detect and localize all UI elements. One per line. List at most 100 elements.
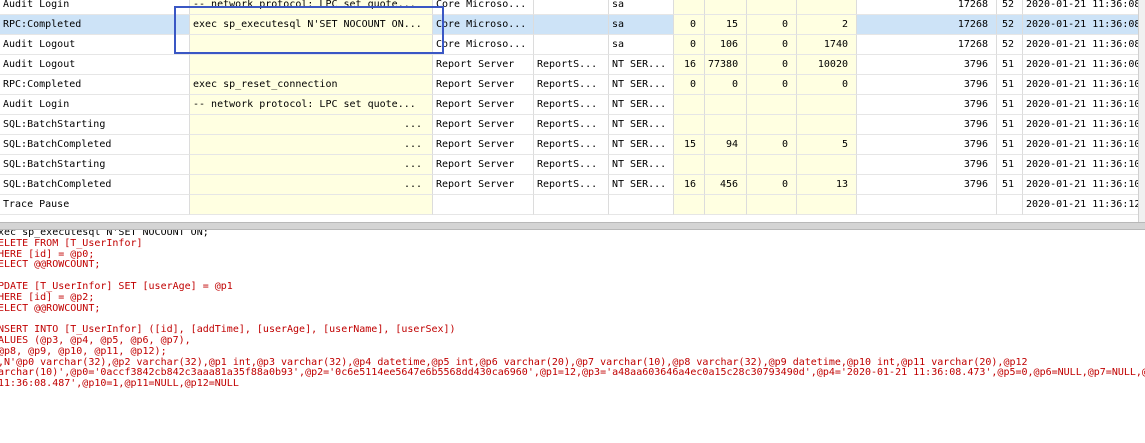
reads-cell — [705, 95, 747, 115]
text-data-cell: ... — [190, 115, 433, 135]
text-line: INSERT INTO [T_UserInfor] ([id], [addTim… — [0, 324, 456, 336]
trace-row[interactable]: Trace Pause 2020-01-21 11:36:12... — [0, 195, 1145, 215]
writes-cell — [747, 155, 797, 175]
client-process-id-cell: 3796 — [857, 155, 997, 175]
nt-username-cell — [534, 15, 609, 35]
application-name-cell — [433, 195, 534, 215]
text-line: UPDATE [T_UserInfor] SET [userAge] = @p1 — [0, 281, 233, 292]
pane-splitter[interactable] — [0, 222, 1145, 230]
client-process-id-cell: 3796 — [857, 55, 997, 75]
spid-cell: 52 — [997, 0, 1023, 15]
writes-cell: 0 — [747, 75, 797, 95]
spid-cell: 52 — [997, 35, 1023, 55]
application-name-cell: Core Microso... — [433, 0, 534, 15]
reads-cell: 106 — [705, 35, 747, 55]
trace-row[interactable]: SQL:BatchStarting... Report Server ReportS… — [0, 155, 1145, 175]
text-data-cell: ... — [190, 135, 433, 155]
text-data-cell: ... — [190, 175, 433, 195]
nt-username-cell — [534, 35, 609, 55]
duration-cell: 0 — [797, 75, 857, 95]
login-name-cell: sa — [609, 35, 674, 55]
writes-cell — [747, 0, 797, 15]
application-name-cell: Core Microso... — [433, 35, 534, 55]
trace-row[interactable]: Audit Login -- network protocol: LPC set … — [0, 0, 1145, 15]
event-class-cell: RPC:Completed — [0, 75, 190, 95]
text-line: '11:36:08.487',@p10=1,@p11=NULL,@p12=NUL… — [0, 378, 239, 390]
start-time-cell: 2020-01-21 11:36:00... — [1023, 55, 1139, 75]
duration-cell — [797, 195, 857, 215]
text-line: ',N'@p0 varchar(32),@p2 varchar(32),@p1 … — [0, 356, 1028, 368]
trace-row[interactable]: Audit Logout Core Microso... sa 0 106 0 1740 17… — [0, 35, 1145, 55]
nt-username-cell — [534, 0, 609, 15]
reads-cell — [705, 155, 747, 175]
reads-cell: 94 — [705, 135, 747, 155]
duration-cell: 10020 — [797, 55, 857, 75]
event-class-cell: SQL:BatchCompleted — [0, 135, 190, 155]
trace-row[interactable]: SQL:BatchCompleted... Report Server Report… — [0, 135, 1145, 155]
nt-username-cell — [534, 195, 609, 215]
writes-cell: 0 — [747, 35, 797, 55]
writes-cell: 0 — [747, 15, 797, 35]
reads-cell — [705, 115, 747, 135]
event-class-cell: Audit Login — [0, 0, 190, 15]
text-line: (@p8, @p9, @p10, @p11, @p12); — [0, 345, 167, 357]
event-class-cell: Audit Logout — [0, 35, 190, 55]
client-process-id-cell: 17268 — [857, 0, 997, 15]
reads-cell — [705, 195, 747, 215]
login-name-cell: sa — [609, 0, 674, 15]
trace-row[interactable]: SQL:BatchStarting... Report Server ReportS… — [0, 115, 1145, 135]
cpu-cell — [674, 155, 705, 175]
text-line: VALUES (@p3, @p4, @p5, @p6, @p7), — [0, 335, 191, 346]
reads-cell: 456 — [705, 175, 747, 195]
writes-cell — [747, 115, 797, 135]
application-name-cell: Report Server — [433, 95, 534, 115]
cpu-cell — [674, 115, 705, 135]
trace-row[interactable]: RPC:Completed exec sp_executesql N'SET NO… — [0, 15, 1145, 35]
text-line: exec sp_executesql N'SET NOCOUNT ON; — [0, 230, 209, 238]
text-data-cell — [190, 35, 433, 55]
trace-row[interactable]: Audit Logout Report Server ReportS... NT SE… — [0, 55, 1145, 75]
login-name-cell: NT SER... — [609, 95, 674, 115]
grid-vertical-scrollbar[interactable] — [1138, 0, 1145, 222]
cpu-cell: 15 — [674, 135, 705, 155]
text-data-cell: ... — [190, 155, 433, 175]
spid-cell: 51 — [997, 135, 1023, 155]
cpu-cell: 16 — [674, 175, 705, 195]
reads-cell — [705, 0, 747, 15]
event-class-cell: Audit Login — [0, 95, 190, 115]
trace-row[interactable]: Audit Login -- network protocol: LPC set … — [0, 95, 1145, 115]
nt-username-cell: ReportS... — [534, 115, 609, 135]
duration-cell — [797, 95, 857, 115]
nt-username-cell: ReportS... — [534, 95, 609, 115]
application-name-cell: Report Server — [433, 155, 534, 175]
start-time-cell: 2020-01-21 11:36:10... — [1023, 135, 1139, 155]
trace-row[interactable]: RPC:Completed exec sp_reset_connection Rep… — [0, 75, 1145, 95]
start-time-cell: 2020-01-21 11:36:10... — [1023, 95, 1139, 115]
client-process-id-cell: 17268 — [857, 35, 997, 55]
client-process-id-cell: 3796 — [857, 95, 997, 115]
writes-cell — [747, 95, 797, 115]
reads-cell: 0 — [705, 75, 747, 95]
event-class-cell: Audit Logout — [0, 55, 190, 75]
event-text-pane[interactable]: exec sp_executesql N'SET NOCOUNT ON; DELE… — [0, 230, 1145, 443]
start-time-cell: 2020-01-21 11:36:10... — [1023, 155, 1139, 175]
trace-row[interactable]: SQL:BatchCompleted... Report Server Report… — [0, 175, 1145, 195]
client-process-id-cell: 3796 — [857, 115, 997, 135]
start-time-cell: 2020-01-21 11:36:10... — [1023, 175, 1139, 195]
client-process-id-cell: 3796 — [857, 135, 997, 155]
duration-cell: 2 — [797, 15, 857, 35]
spid-cell: 51 — [997, 155, 1023, 175]
cpu-cell: 0 — [674, 35, 705, 55]
text-line: WHERE [id] = @p2; — [0, 291, 95, 303]
cpu-cell: 0 — [674, 75, 705, 95]
login-name-cell: NT SER... — [609, 55, 674, 75]
cpu-cell — [674, 95, 705, 115]
spid-cell: 51 — [997, 95, 1023, 115]
writes-cell: 0 — [747, 135, 797, 155]
text-data-cell: -- network protocol: LPC set quote... — [190, 0, 433, 15]
text-data-cell — [190, 195, 433, 215]
text-data-cell — [190, 55, 433, 75]
text-data-cell: exec sp_reset_connection — [190, 75, 433, 95]
login-name-cell: sa — [609, 15, 674, 35]
nt-username-cell: ReportS... — [534, 135, 609, 155]
